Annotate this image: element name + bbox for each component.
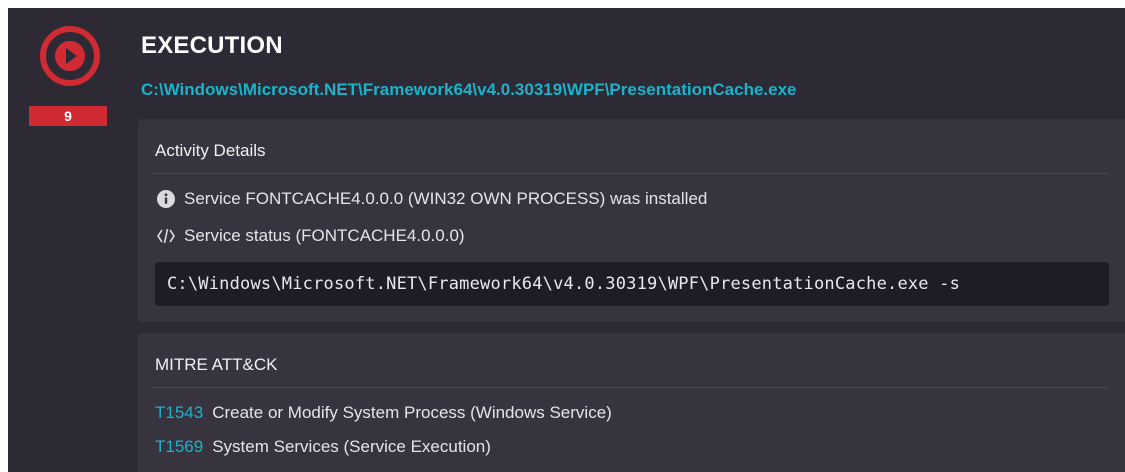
activity-item-installed: Service FONTCACHE4.0.0.0 (WIN32 OWN PROC… (156, 189, 707, 209)
activity-details-card: Activity Details Service FONTCACHE4.0.0.… (138, 119, 1125, 322)
service-status-icon (156, 226, 176, 246)
mitre-attack-header: MITRE ATT&CK (155, 355, 278, 374)
event-rail: 9 (8, 8, 128, 472)
technique-id-link[interactable]: T1569 (155, 437, 203, 457)
event-panel: 9 EXECUTION C:\Windows\Microsoft.NET\Fra… (8, 8, 1125, 472)
command-line-text: C:\Windows\Microsoft.NET\Framework64\v4.… (167, 274, 961, 294)
mitre-attack-card: MITRE ATT&CK T1543 Create or Modify Syst… (138, 333, 1125, 472)
command-line-box[interactable]: C:\Windows\Microsoft.NET\Framework64\v4.… (155, 262, 1109, 306)
info-icon (156, 189, 176, 209)
activity-divider (152, 173, 1109, 174)
event-count-badge: 9 (29, 106, 107, 126)
activity-item-status: Service status (FONTCACHE4.0.0.0) (156, 226, 465, 246)
mitre-divider (152, 387, 1109, 388)
technique-name: Create or Modify System Process (Windows… (212, 403, 612, 422)
technique-id-link[interactable]: T1543 (155, 403, 203, 423)
executable-path-link[interactable]: C:\Windows\Microsoft.NET\Framework64\v4.… (141, 80, 797, 100)
technique-row: T1543 Create or Modify System Process (W… (155, 403, 612, 423)
play-icon[interactable] (38, 24, 102, 88)
activity-details-header: Activity Details (155, 141, 266, 160)
technique-name: System Services (Service Execution) (212, 437, 491, 456)
activity-item-text: Service FONTCACHE4.0.0.0 (WIN32 OWN PROC… (184, 189, 708, 208)
event-title: EXECUTION (141, 32, 283, 59)
activity-item-text: Service status (FONTCACHE4.0.0.0) (184, 226, 465, 245)
technique-row: T1569 System Services (Service Execution… (155, 437, 491, 457)
